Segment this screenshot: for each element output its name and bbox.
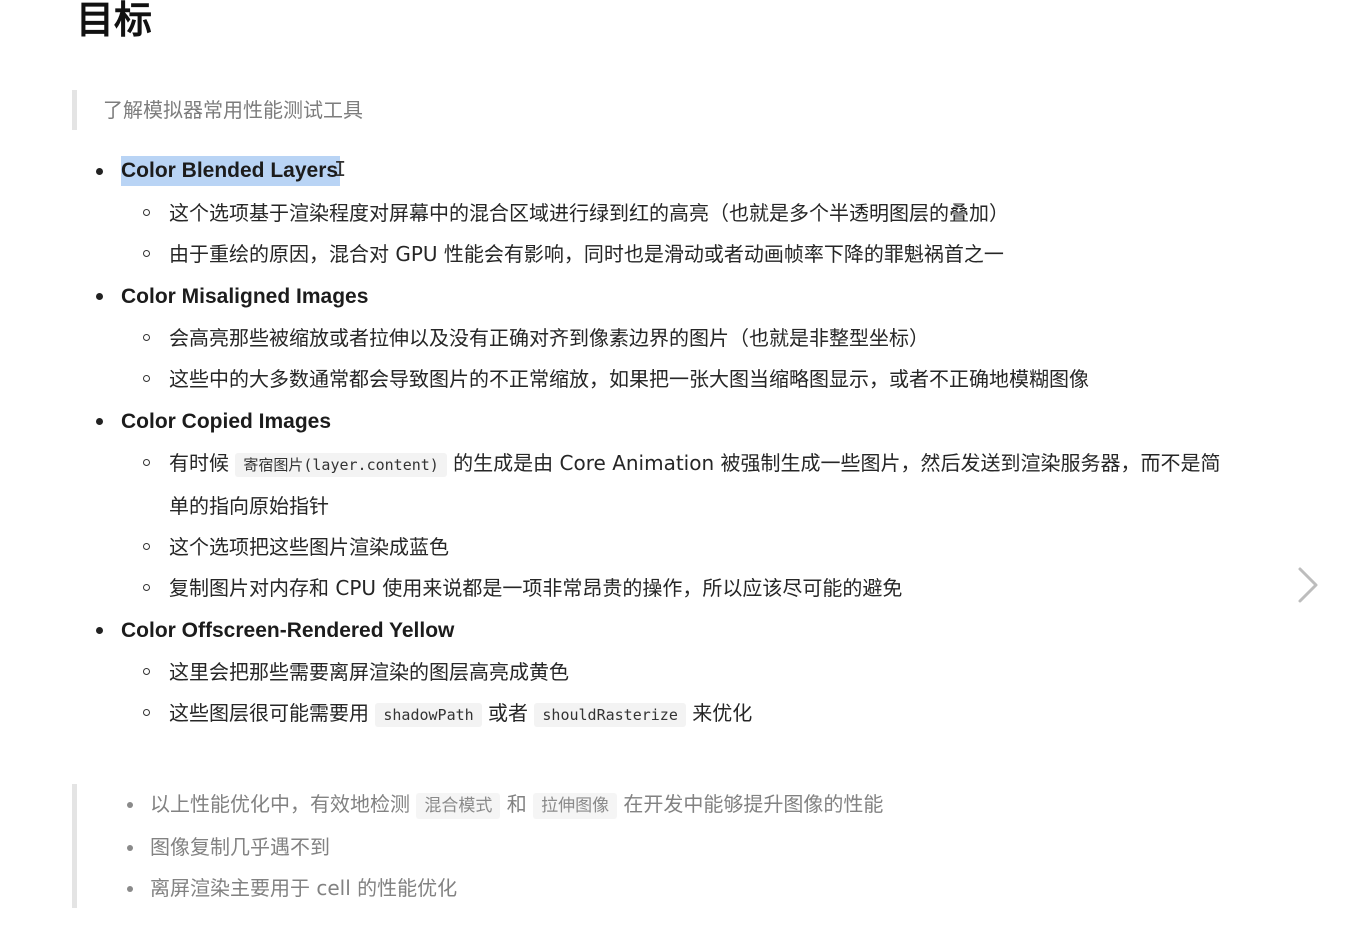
text-cursor-icon: I <box>334 157 347 181</box>
inline-code: shouldRasterize <box>534 703 686 727</box>
sub-list-item: 有时候 寄宿图片(layer.content) 的生成是由 Core Anima… <box>121 443 1226 527</box>
sub-list-item: 这个选项把这些图片渲染成蓝色 <box>121 527 1226 568</box>
document-page: 目标 了解模拟器常用性能测试工具 Color Blended LayersI 这… <box>0 0 1350 932</box>
sub-list: 会高亮那些被缩放或者拉伸以及没有正确对齐到像素边界的图片（也就是非整型坐标） 这… <box>121 318 1226 400</box>
item-text: 在开发中能够提升图像的性能 <box>617 792 884 816</box>
next-page-button[interactable] <box>1290 565 1326 605</box>
item-text: 有时候 <box>169 451 236 475</box>
summary-list: 以上性能优化中，有效地检测 混合模式 和 拉伸图像 在开发中能够提升图像的性能 … <box>77 784 1077 909</box>
list-item-color-copied-images: Color Copied Images 有时候 寄宿图片(layer.conte… <box>76 400 1226 609</box>
sub-list: 这里会把那些需要离屏渲染的图层高亮成黄色 这些图层很可能需要用 shadowPa… <box>121 652 1226 736</box>
item-text: 这些图层很可能需要用 <box>169 701 376 725</box>
summary-item: 图像复制几乎遇不到 <box>77 827 1077 868</box>
sub-list: 这个选项基于渲染程度对屏幕中的混合区域进行绿到红的高亮（也就是多个半透明图层的叠… <box>121 193 1226 275</box>
summary-item: 以上性能优化中，有效地检测 混合模式 和 拉伸图像 在开发中能够提升图像的性能 <box>77 784 1077 827</box>
section-heading: Color Copied Images <box>121 410 332 433</box>
sub-list-item: 由于重绘的原因，混合对 GPU 性能会有影响，同时也是滑动或者动画帧率下降的罪魁… <box>121 234 1226 275</box>
item-text: 以上性能优化中，有效地检测 <box>150 792 417 816</box>
inline-code: 混合模式 <box>416 793 501 819</box>
item-text: 和 <box>500 792 534 816</box>
list-item-color-misaligned-images: Color Misaligned Images 会高亮那些被缩放或者拉伸以及没有… <box>76 275 1226 400</box>
sub-list-item: 这些中的大多数通常都会导致图片的不正常缩放，如果把一张大图当缩略图显示，或者不正… <box>121 359 1226 400</box>
tools-list: Color Blended LayersI 这个选项基于渲染程度对屏幕中的混合区… <box>76 150 1226 736</box>
item-text: 来优化 <box>685 701 753 725</box>
sub-list-item: 这个选项基于渲染程度对屏幕中的混合区域进行绿到红的高亮（也就是多个半透明图层的叠… <box>121 193 1226 234</box>
section-heading: Color Offscreen-Rendered Yellow <box>121 619 455 642</box>
section-heading: Color Misaligned Images <box>121 285 369 308</box>
item-text: 或者 <box>481 701 535 725</box>
inline-code: 寄宿图片(layer.content) <box>235 453 447 477</box>
list-item-color-blended-layers: Color Blended LayersI 这个选项基于渲染程度对屏幕中的混合区… <box>76 150 1226 275</box>
inline-code: 拉伸图像 <box>533 793 618 819</box>
list-item-color-offscreen-rendered-yellow: Color Offscreen-Rendered Yellow 这里会把那些需要… <box>76 609 1226 736</box>
sub-list-item: 复制图片对内存和 CPU 使用来说都是一项非常昂贵的操作，所以应该尽可能的避免 <box>121 568 1226 609</box>
sub-list-item: 这里会把那些需要离屏渲染的图层高亮成黄色 <box>121 652 1226 693</box>
sub-list: 有时候 寄宿图片(layer.content) 的生成是由 Core Anima… <box>121 443 1226 609</box>
intro-quote-text: 了解模拟器常用性能测试工具 <box>103 98 363 122</box>
inline-code: shadowPath <box>375 703 482 727</box>
page-title: 目标 <box>76 0 153 42</box>
sub-list-item: 这些图层很可能需要用 shadowPath 或者 shouldRasterize… <box>121 693 1226 736</box>
summary-item: 离屏渲染主要用于 cell 的性能优化 <box>77 868 1077 909</box>
summary-blockquote: 以上性能优化中，有效地检测 混合模式 和 拉伸图像 在开发中能够提升图像的性能 … <box>72 784 1077 908</box>
intro-blockquote: 了解模拟器常用性能测试工具 <box>72 90 363 130</box>
chevron-right-icon <box>1298 567 1318 603</box>
sub-list-item: 会高亮那些被缩放或者拉伸以及没有正确对齐到像素边界的图片（也就是非整型坐标） <box>121 318 1226 359</box>
section-heading[interactable]: Color Blended Layers <box>121 156 341 186</box>
